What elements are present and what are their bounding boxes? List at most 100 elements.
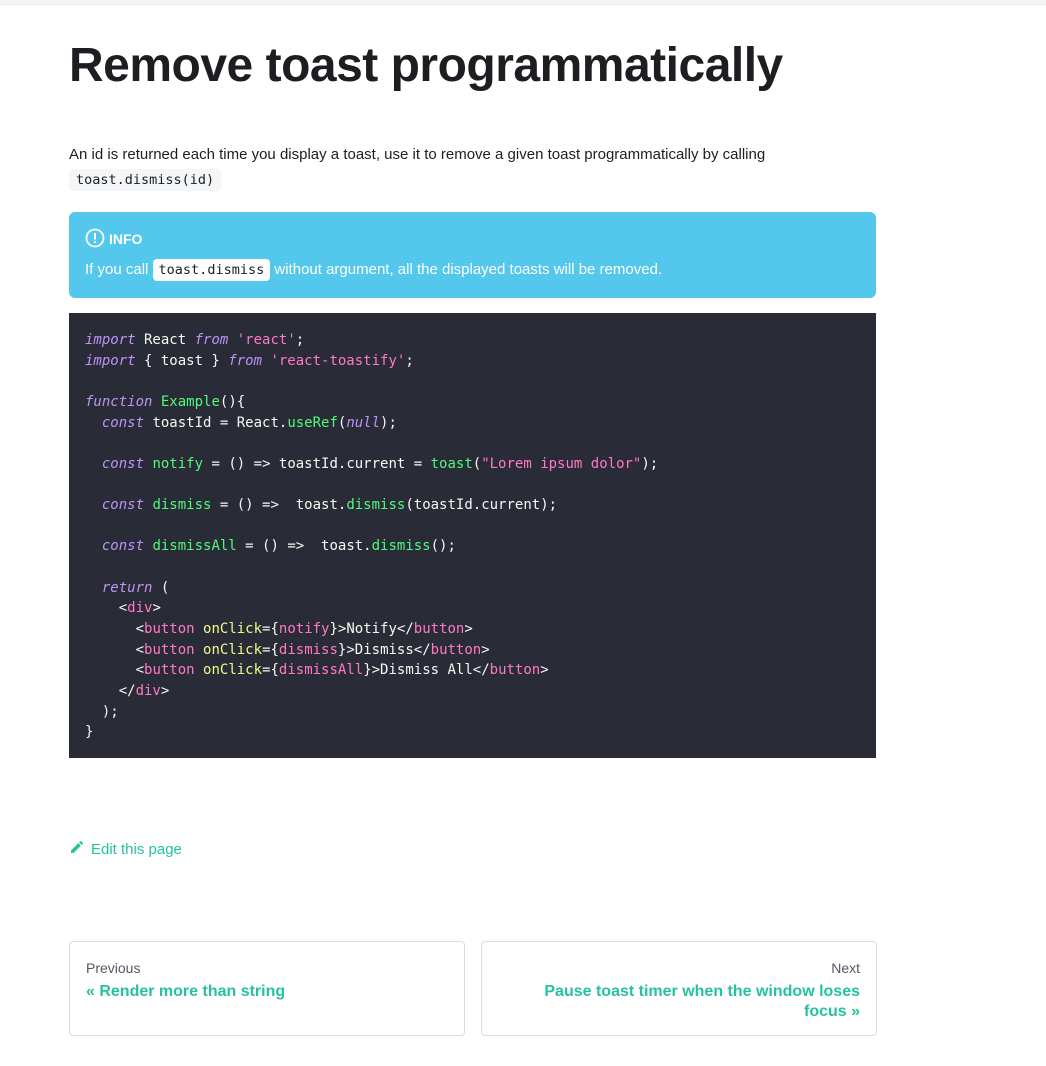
code-token: }>Notify</: [329, 620, 414, 637]
code-line: <button onClick={dismiss}>Dismiss</butto…: [85, 640, 860, 661]
code-token: { toast }: [135, 352, 229, 369]
code-token: dismissAll: [278, 662, 364, 679]
code-token: React: [135, 332, 195, 348]
pencil-icon: [69, 839, 91, 859]
code-line: function Example(){: [85, 392, 860, 413]
code-token: useRef: [287, 414, 338, 431]
code-token: div: [135, 682, 161, 699]
edit-page-label: Edit this page: [91, 840, 182, 858]
code-token: >: [481, 641, 490, 658]
code-token: function: [85, 393, 153, 410]
code-token: button: [430, 641, 482, 658]
code-token: dismiss: [346, 497, 406, 514]
inline-code-dismiss-id: toast.dismiss(id): [69, 169, 222, 191]
code-token: import: [85, 352, 136, 369]
code-token: (toastId.current);: [405, 497, 558, 514]
code-line: return (: [85, 578, 860, 599]
code-token: <: [85, 620, 145, 637]
code-token: ();: [430, 538, 456, 555]
next-label: Pause toast timer when the window loses …: [544, 983, 860, 1020]
code-token: <: [85, 600, 128, 617]
code-token: }>Dismiss</: [337, 641, 431, 658]
code-token: Example: [160, 393, 220, 410]
previous-page-link[interactable]: Previous « Render more than string: [69, 941, 465, 1036]
code-line: import { toast } from 'react-toastify';: [85, 351, 860, 372]
code-token: );: [380, 414, 397, 431]
code-token: notify: [152, 455, 204, 472]
code-token: ;: [295, 332, 305, 348]
code-token: );: [85, 703, 119, 720]
info-icon: [85, 228, 109, 251]
code-line: const dismissAll = () => toast.dismiss()…: [85, 536, 860, 557]
info-admonition: INFO If you call toast.dismiss without a…: [69, 212, 876, 298]
next-page-link[interactable]: Next Pause toast timer when the window l…: [481, 941, 877, 1036]
code-token: div: [127, 600, 153, 617]
code-token: const: [101, 455, 145, 472]
code-token: >: [160, 682, 170, 699]
code-line: import React from 'react';: [85, 330, 860, 351]
code-token: (: [472, 455, 482, 472]
code-token: const: [101, 497, 145, 514]
code-line: </div>: [85, 681, 860, 702]
code-token: onClick: [203, 641, 263, 658]
code-token: ={: [262, 620, 279, 637]
code-token: <: [85, 662, 145, 679]
admonition-text-before: If you call: [85, 261, 149, 278]
code-token: from: [228, 352, 263, 369]
code-token: import: [85, 332, 136, 348]
code-token: ={: [262, 641, 279, 658]
edit-page-link[interactable]: Edit this page: [69, 838, 182, 860]
code-token: <: [85, 641, 145, 658]
code-token: (: [152, 579, 170, 596]
code-token: dismiss: [152, 497, 212, 514]
code-token: button: [144, 641, 195, 658]
page-title: Remove toast programmatically: [69, 39, 783, 92]
code-token: const: [101, 414, 145, 431]
code-token: button: [489, 662, 541, 679]
code-line: <button onClick={notify}>Notify</button>: [85, 619, 860, 640]
previous-sublabel: Previous: [86, 960, 141, 976]
code-token: = () => toast.: [236, 538, 372, 555]
code-token: dismiss: [278, 641, 338, 658]
code-token: = () => toast.: [211, 497, 347, 514]
code-token: from: [194, 332, 229, 348]
code-token: null: [346, 414, 381, 431]
doc-pagination: Previous « Render more than string Next …: [69, 941, 877, 1036]
code-token: </: [85, 682, 136, 699]
code-token: (){: [219, 393, 246, 410]
code-token: >: [540, 662, 549, 679]
admonition-inline-code: toast.dismiss: [152, 259, 271, 281]
code-token: const: [101, 538, 145, 555]
code-line: <button onClick={dismissAll}>Dismiss All…: [85, 660, 860, 681]
code-token: >: [152, 600, 161, 617]
code-token: "Lorem ipsum dolor": [481, 455, 642, 472]
code-line: }: [85, 722, 860, 743]
code-token: dismissAll: [152, 538, 237, 555]
code-block[interactable]: import React from 'react'; import { toast…: [69, 313, 876, 758]
code-token: onClick: [203, 620, 263, 637]
code-token: >: [464, 620, 473, 637]
previous-label: « Render more than string: [86, 983, 286, 1000]
code-token: return: [101, 579, 153, 596]
code-token: ={: [262, 662, 279, 679]
code-line: <div>: [85, 598, 860, 619]
code-token: notify: [278, 620, 330, 637]
code-token: }>Dismiss All</: [363, 662, 490, 679]
next-sublabel: Next: [831, 960, 860, 976]
code-token: button: [413, 620, 465, 637]
code-token: }: [85, 724, 94, 741]
code-token: ;: [405, 352, 414, 369]
code-token: button: [144, 662, 195, 679]
